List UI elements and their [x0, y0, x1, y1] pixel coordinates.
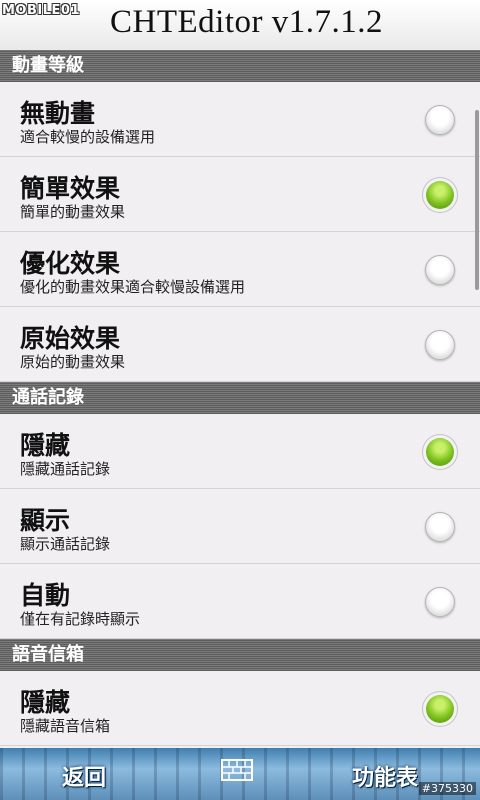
item-title: 隱藏 [20, 688, 71, 717]
list-item[interactable]: 隱藏 隱藏通話記錄 [0, 414, 480, 489]
item-subtitle: 原始的動畫效果 [20, 353, 126, 371]
app-title: CHTEditor v1.7.1.2 [110, 4, 383, 40]
radio-button-checked[interactable] [425, 437, 455, 467]
back-button[interactable]: 返回 [62, 760, 106, 792]
list-item[interactable]: 自動 僅在有記錄時顯示 [0, 564, 480, 639]
list-item[interactable]: 隱藏 隱藏語音信箱 [0, 671, 480, 746]
list-item[interactable]: 原始效果 原始的動畫效果 [0, 307, 480, 382]
item-title: 無動畫 [20, 99, 96, 128]
item-title: 優化效果 [20, 249, 121, 278]
radio-button[interactable] [425, 512, 455, 542]
item-title: 顯示 [20, 506, 71, 535]
radio-button[interactable] [425, 105, 455, 135]
item-title: 隱藏 [20, 431, 71, 460]
section-header-voicemail: 語音信箱 [0, 639, 480, 671]
item-subtitle: 僅在有記錄時顯示 [20, 610, 141, 628]
scrollbar[interactable] [475, 110, 479, 290]
item-title: 自動 [20, 581, 71, 610]
radio-button-checked[interactable] [425, 694, 455, 724]
radio-button[interactable] [425, 587, 455, 617]
item-subtitle: 優化的動畫效果適合較慢設備選用 [20, 278, 246, 296]
list-item[interactable]: 簡單效果 簡單的動畫效果 [0, 157, 480, 232]
section-header-animation: 動畫等級 [0, 50, 480, 82]
title-bar: MOBILE01 CHTEditor v1.7.1.2 [0, 0, 480, 51]
section-header-call-log: 通話記錄 [0, 382, 480, 414]
bottom-bar: 返回 功能表 #375330 [0, 748, 480, 800]
radio-button[interactable] [425, 330, 455, 360]
item-subtitle: 隱藏語音信箱 [20, 717, 111, 735]
item-subtitle: 簡單的動畫效果 [20, 203, 126, 221]
watermark: MOBILE01 [2, 3, 80, 18]
item-title: 原始效果 [20, 324, 121, 353]
keyboard-icon[interactable] [221, 759, 253, 781]
image-id-label: #375330 [418, 782, 476, 795]
list-item[interactable]: 無動畫 適合較慢的設備選用 [0, 82, 480, 157]
settings-list[interactable]: 動畫等級 無動畫 適合較慢的設備選用 簡單效果 簡單的動畫效果 優化效果 優化的… [0, 50, 480, 748]
item-subtitle: 隱藏通話記錄 [20, 460, 111, 478]
radio-button-checked[interactable] [425, 180, 455, 210]
item-subtitle: 顯示通話記錄 [20, 535, 111, 553]
menu-button[interactable]: 功能表 [352, 760, 418, 792]
list-item[interactable]: 優化效果 優化的動畫效果適合較慢設備選用 [0, 232, 480, 307]
list-item[interactable]: 顯示 顯示通話記錄 [0, 489, 480, 564]
radio-button[interactable] [425, 255, 455, 285]
item-title: 簡單效果 [20, 174, 121, 203]
item-subtitle: 適合較慢的設備選用 [20, 128, 156, 146]
